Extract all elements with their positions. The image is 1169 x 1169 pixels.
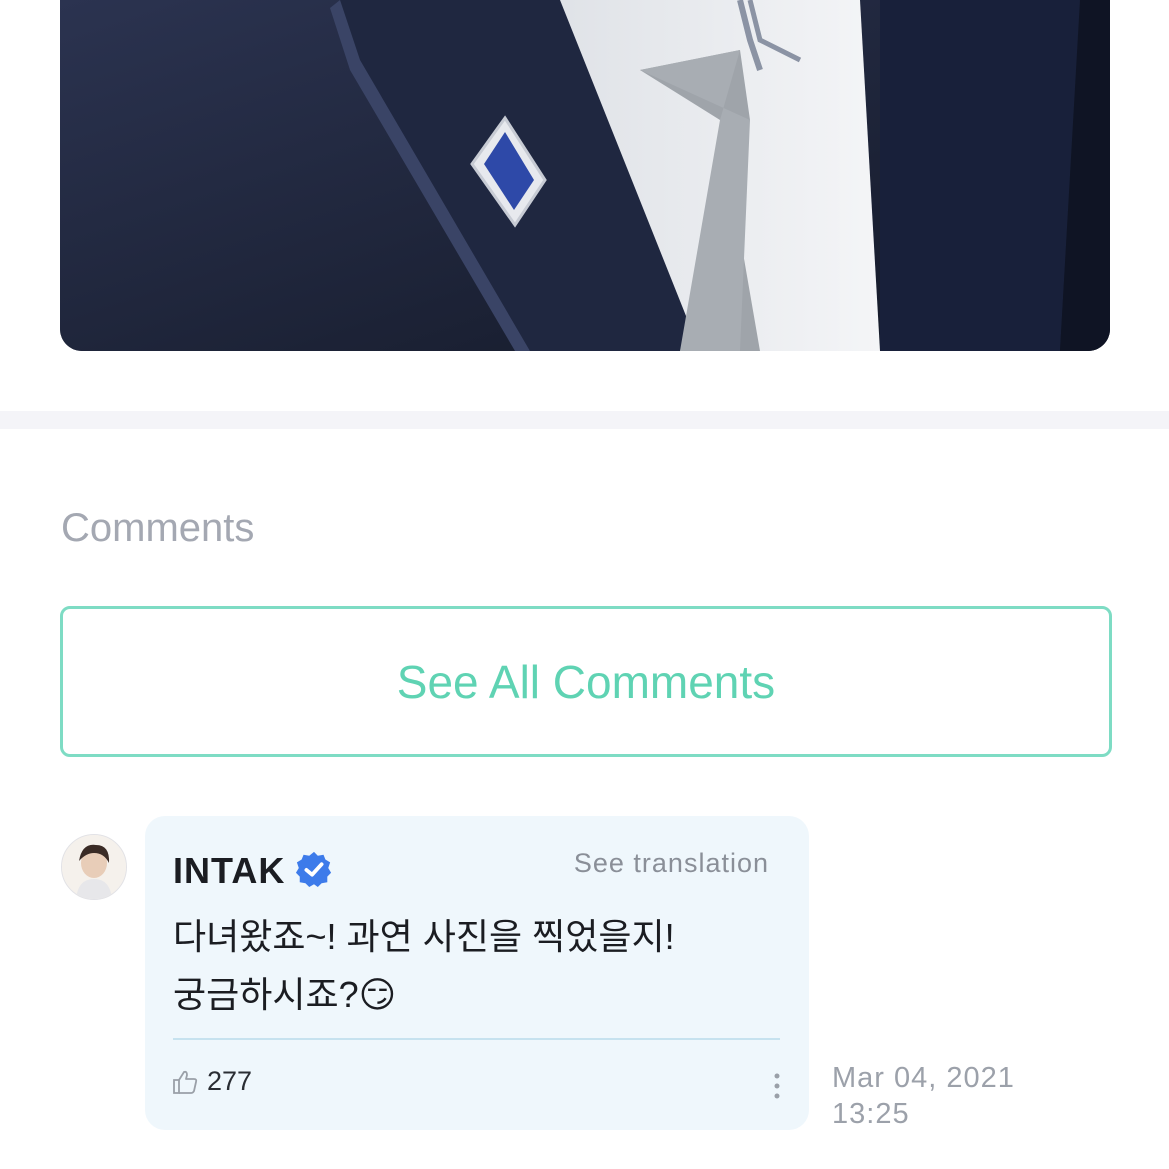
comment-time: 13:25 bbox=[832, 1098, 910, 1130]
comment-bubble: INTAK See translation 다녀왔죠~! 과연 사진을 찍었을지… bbox=[145, 816, 809, 1130]
photo-graphic bbox=[60, 0, 1110, 351]
verified-badge-icon bbox=[295, 851, 332, 888]
comment-author[interactable]: INTAK bbox=[173, 850, 285, 892]
more-vertical-icon[interactable] bbox=[765, 1070, 789, 1102]
comment-divider bbox=[173, 1038, 780, 1040]
see-translation-link[interactable]: See translation bbox=[574, 848, 769, 879]
comments-heading: Comments bbox=[61, 506, 255, 550]
see-all-comments-button[interactable]: See All Comments bbox=[60, 606, 1112, 757]
like-button[interactable]: 277 bbox=[171, 1066, 252, 1097]
thumbs-up-icon bbox=[173, 1070, 198, 1094]
avatar[interactable] bbox=[61, 834, 127, 900]
comment-date: Mar 04, 2021 bbox=[832, 1062, 1015, 1094]
comment-timestamp: Mar 04, 2021 13:25 bbox=[832, 1060, 1052, 1132]
avatar-image bbox=[62, 835, 126, 899]
comment-text: 다녀왔죠~! 과연 사진을 찍었을지! 궁금하시죠?😏 bbox=[173, 916, 675, 1015]
like-count: 277 bbox=[207, 1066, 253, 1096]
post-photo[interactable] bbox=[60, 0, 1110, 351]
section-divider bbox=[0, 411, 1169, 429]
